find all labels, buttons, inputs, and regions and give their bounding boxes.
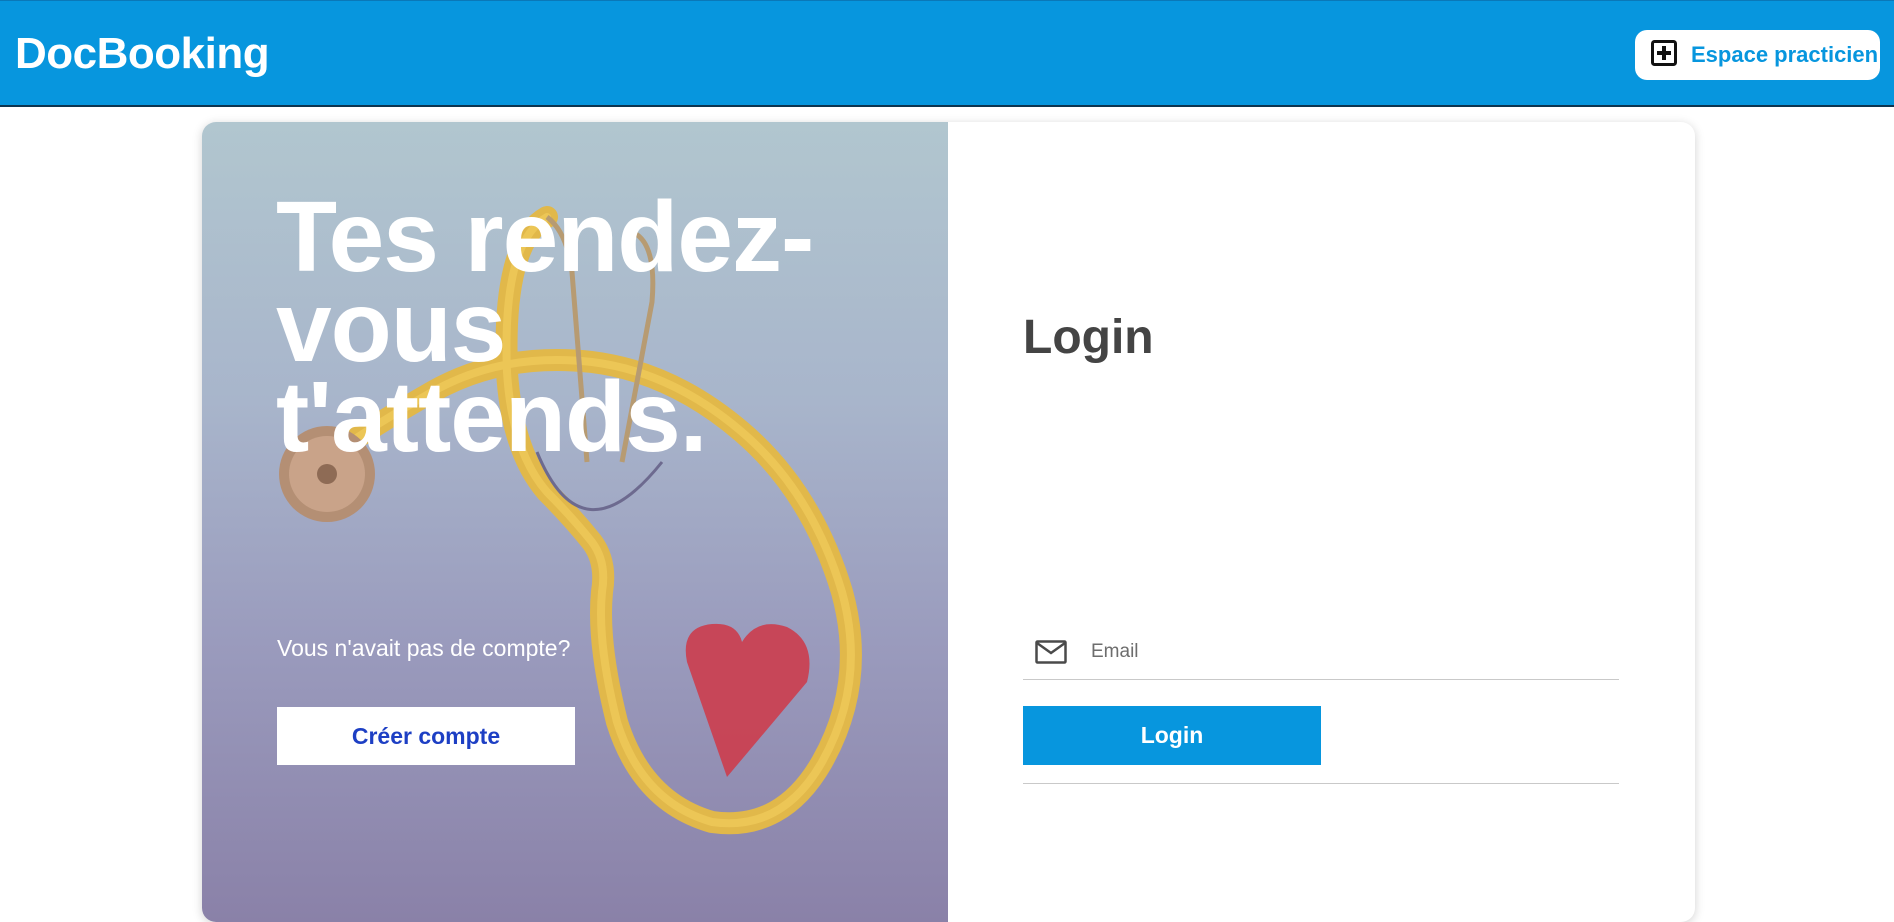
top-navbar: DocBooking Espace practicien — [0, 0, 1894, 107]
practitioner-space-label: Espace practicien — [1691, 42, 1879, 67]
practitioner-space-button[interactable]: Espace practicien — [1635, 30, 1880, 80]
hero-panel: Tes rendez-vous t'attends. Vous n'avait … — [202, 122, 948, 922]
login-title: Login — [1023, 311, 1154, 364]
login-panel: Login *** Login — [948, 122, 1695, 922]
login-submit-button[interactable]: Login — [1023, 706, 1321, 765]
create-account-button[interactable]: Créer compte — [277, 707, 575, 765]
hero-headline: Tes rendez-vous t'attends. — [276, 181, 814, 473]
mail-icon — [1023, 639, 1079, 664]
plus-square-icon — [1651, 39, 1677, 71]
auth-card: Tes rendez-vous t'attends. Vous n'avait … — [202, 122, 1695, 922]
brand-logo[interactable]: DocBooking — [15, 29, 270, 79]
email-input[interactable] — [1079, 640, 1619, 663]
email-field[interactable] — [1023, 624, 1619, 680]
no-account-text: Vous n'avait pas de compte? — [277, 635, 571, 661]
